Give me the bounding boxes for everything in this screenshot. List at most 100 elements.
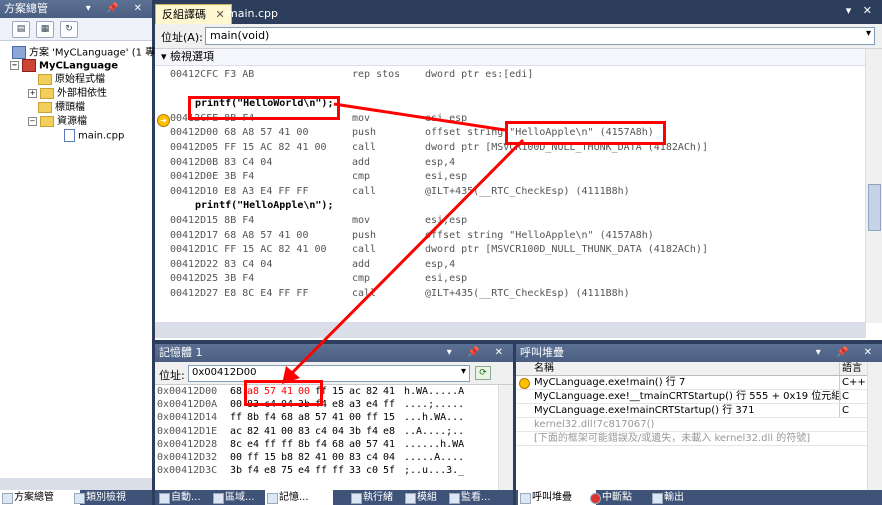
memory-byte: 82 [366, 386, 379, 397]
panel-buttons[interactable]: ▾ 📌 ✕ [816, 344, 878, 362]
chevron-down-icon[interactable]: ▾ [161, 50, 167, 63]
panel-buttons[interactable]: ▾ 📌 ✕ [86, 0, 148, 18]
solution-icon [2, 493, 13, 504]
frame-name: [下面的框架可能錯誤及/或遺失，未載入 kernel32.dll 的符號] [534, 433, 811, 444]
tree-project[interactable]: − MyCLanguage [10, 59, 118, 72]
tab-breakpoints[interactable]: 中斷點 [588, 490, 658, 505]
debug-bottom-tabs: 自動... 區域... 記憶... 執行緒 模組 監看... [155, 490, 513, 505]
asm-line[interactable]: 00412D10 E8 A3 E4 FF FF call @ILT+435(__RT… [170, 184, 860, 199]
collapse-icon[interactable]: − [28, 116, 37, 126]
memory-ascii: ..A....;.. [404, 425, 465, 437]
frame-language: C [839, 390, 870, 403]
asm-line[interactable]: 00412D0E 3B F4 cmp esi,esp [170, 169, 860, 184]
horizontal-scrollbar[interactable] [0, 478, 152, 490]
dropdown-arrow-icon[interactable]: ▾ [461, 366, 466, 377]
tab-menu-buttons[interactable]: ▾ ✕ [846, 4, 876, 17]
vertical-scrollbar[interactable] [867, 362, 882, 490]
memory-row[interactable]: 0x00412D0A 00 83 c4 04 3b f4 e8 a3 e4 ff....;..... [157, 398, 497, 411]
tab-class-view[interactable]: 類別檢視 [72, 490, 156, 505]
memory-ascii: ......h.WA [404, 438, 465, 450]
call-stack-row[interactable]: MyCLanguage.exe!__tmainCRTStartup() 行 55… [516, 390, 868, 404]
panel-buttons[interactable]: ▾ 📌 ✕ [447, 344, 509, 362]
modules-icon [405, 493, 416, 504]
tab-solution-explorer[interactable]: 方案總管 [0, 490, 80, 505]
asm-line[interactable]: 00412D27 E8 8C E4 FF FF call @ILT+435(__RT… [170, 286, 860, 301]
asm-address: 00412D15 8B F4 [170, 215, 255, 226]
asm-mnemonic: push [352, 127, 377, 139]
asm-operand: esi,esp [425, 215, 468, 226]
asm-address: 00412D17 68 A8 57 41 00 [170, 229, 309, 241]
memory-row[interactable]: 0x00412D1E ac 82 41 00 83 c4 04 3b f4 e8 ..A....;.. [157, 425, 497, 438]
asm-line[interactable]: 00412CFC F3 AB rep stos dword ptr es:[edi] [170, 67, 860, 82]
horizontal-scrollbar[interactable] [155, 322, 866, 338]
frame-language: C [839, 404, 870, 417]
memory-row[interactable]: 0x00412D00 68 a8 57 41 00 ff 15 ac 82 41 h.WA.....A [157, 385, 497, 398]
memory-ascii: .....A.... [404, 452, 465, 463]
memory-address-input[interactable]: 0x00412D00 ▾ [188, 365, 470, 382]
collapse-icon[interactable]: − [10, 61, 19, 70]
asm-address: 00412CFC F3 AB [170, 69, 255, 80]
properties-icon[interactable]: ▤ [12, 21, 30, 38]
view-options[interactable]: ▾ 檢視選項 [155, 49, 866, 66]
call-stack-row[interactable]: MyCLanguage.exe!mainCRTStartup() 行 371 C [516, 404, 868, 418]
dropdown-arrow-icon[interactable]: ▾ [866, 28, 871, 39]
memory-dump[interactable]: 0x00412D00 68 a8 57 41 00 ff 15 ac 82 41 h.WA.....A… [157, 385, 497, 485]
vertical-scrollbar[interactable] [865, 49, 882, 323]
asm-line[interactable]: 00412D17 68 A8 57 41 00 push offset string… [170, 228, 860, 243]
call-stack-row[interactable]: [下面的框架可能錯誤及/或遺失，未載入 kernel32.dll 的符號] [516, 432, 868, 446]
asm-mnemonic: cmp [352, 171, 371, 183]
tree-file-main[interactable]: main.cpp [64, 129, 124, 142]
memory-byte: 41 [383, 438, 396, 450]
scrollbar-thumb[interactable] [868, 184, 881, 231]
memory-byte: 75 [281, 465, 294, 477]
tree-folder-source[interactable]: 原始程式檔 [38, 73, 105, 86]
address-input[interactable]: main(void) ▾ [205, 27, 875, 45]
tab-output[interactable]: 輸出 [650, 490, 708, 505]
memory-byte: 04 [383, 452, 396, 463]
tab-watch[interactable]: 監看... [447, 490, 517, 505]
asm-line[interactable]: 00412D25 3B F4 cmp esi,esp [170, 271, 860, 286]
tree-folder-header[interactable]: 標頭檔 [38, 101, 85, 114]
show-all-files-icon[interactable]: ▦ [36, 21, 54, 38]
call-stack-row[interactable]: kernel32.dll!7c817067() [516, 418, 868, 432]
class-view-icon [74, 493, 85, 504]
memory-byte: 8c [230, 438, 243, 450]
asm-address: 00412D00 68 A8 57 41 00 [170, 127, 309, 139]
memory-row[interactable]: 0x00412D32 00 ff 15 b8 82 41 00 83 c4 04 .....A.... [157, 451, 497, 464]
memory-row[interactable]: 0x00412D28 8c e4 ff ff 8b f4 68 a0 57 41 ......h.WA [157, 438, 497, 451]
memory-row[interactable]: 0x00412D3C 3b f4 e8 75 e4 ff ff 33 c0 5f ;..u...3._ [157, 464, 497, 477]
watch-icon [449, 493, 460, 504]
tree-folder-resource[interactable]: − 資源檔 [28, 115, 87, 128]
refresh-icon[interactable]: ↻ [60, 21, 78, 38]
tab-memory[interactable]: 記憶... [265, 490, 333, 505]
asm-line[interactable]: 00412D22 83 C4 04 add esp,4 [170, 257, 860, 272]
tab-threads[interactable]: 執行緒 [349, 490, 411, 505]
vertical-scrollbar[interactable] [498, 385, 513, 490]
asm-mnemonic: cmp [352, 273, 371, 285]
memory-byte: 00 [332, 452, 345, 463]
asm-line[interactable]: 00412D1C FF 15 AC 82 41 00 call dword ptr … [170, 242, 860, 257]
instruction-pointer-icon: ➜ [157, 114, 170, 127]
tree-folder-external[interactable]: + 外部相依性 [28, 87, 107, 100]
asm-line[interactable]: 00412D15 8B F4 mov esi,esp [170, 213, 860, 228]
expand-icon[interactable]: + [28, 88, 37, 98]
tab-call-stack[interactable]: 呼叫堆疊 [518, 490, 596, 505]
reevaluate-icon[interactable]: ⟳ [475, 366, 491, 380]
asm-operand: esi,esp [425, 171, 468, 183]
call-stack-row[interactable]: MyCLanguage.exe!main() 行 7 C++ [516, 376, 868, 390]
frame-name: MyCLanguage.exe!__tmainCRTStartup() 行 55… [534, 391, 842, 402]
call-stack-title: 呼叫堆疊 ▾ 📌 ✕ [516, 344, 882, 362]
memory-byte: e8 [383, 425, 396, 437]
column-language[interactable]: 語言 [839, 362, 870, 375]
memory-row[interactable]: 0x00412D14 ff 8b f4 68 a8 57 41 00 ff 15 ...h.WA... [157, 411, 497, 424]
memory-byte: ff [247, 452, 260, 463]
column-name[interactable]: 名稱 [534, 362, 554, 375]
memory-byte: c0 [366, 465, 379, 477]
tab-main-cpp[interactable]: main.cpp [221, 4, 284, 24]
asm-operand: offset string "HelloApple\n" (4157A8h) [425, 229, 654, 241]
memory-address: 0x00412D14 [157, 412, 218, 424]
tree-solution[interactable]: 方案 'MyCLanguage' (1 專案 [12, 46, 165, 59]
asm-line[interactable]: 00412D0B 83 C4 04 add esp,4 [170, 155, 860, 170]
memory-byte: e4 [247, 438, 260, 450]
source-line[interactable]: printf("HelloApple\n"); [195, 198, 333, 213]
